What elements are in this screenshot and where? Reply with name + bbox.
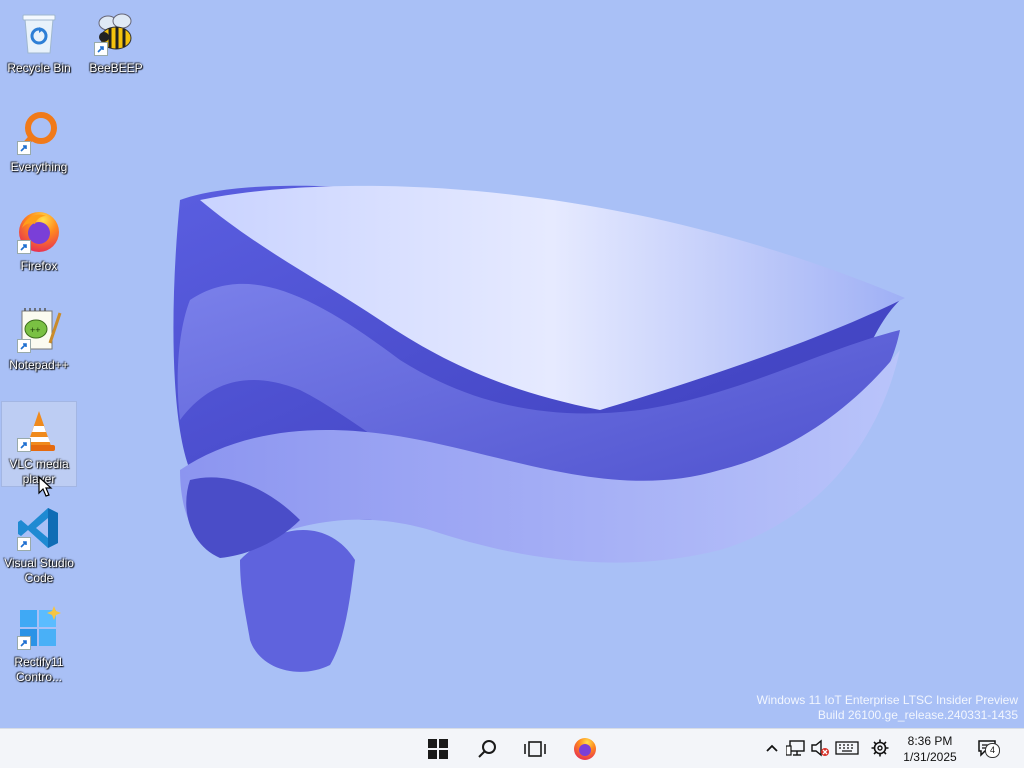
settings-button[interactable] xyxy=(869,737,891,759)
task-view-icon xyxy=(524,741,546,757)
desktop-icon-vlc[interactable]: VLC media player xyxy=(1,401,77,487)
beebeep-icon xyxy=(91,8,141,58)
input-method-button[interactable] xyxy=(835,737,859,759)
watermark-build: Build 26100.ge_release.240331-1435 xyxy=(817,708,1018,722)
desktop-icon-firefox[interactable]: Firefox xyxy=(1,200,77,294)
wallpaper-bloom xyxy=(173,185,905,672)
shortcut-arrow-icon xyxy=(17,240,31,254)
notification-count-badge: 4 xyxy=(985,743,1000,758)
shortcut-arrow-icon xyxy=(94,42,108,56)
shortcut-arrow-icon xyxy=(17,537,31,551)
start-windows-icon xyxy=(428,739,448,759)
task-view-button[interactable] xyxy=(515,729,555,769)
desktop-icon-vscode[interactable]: Visual Studio Code xyxy=(1,497,77,591)
notification-center-button[interactable]: 4 xyxy=(976,737,1000,759)
desktop-icon-notepad-plus-plus[interactable]: ++ Notepad++ xyxy=(1,299,77,393)
desktop-icon-rectify11[interactable]: Rectify11 Contro... xyxy=(1,596,77,690)
show-hidden-icons-button[interactable] xyxy=(761,737,783,759)
desktop-icon-everything[interactable]: Everything xyxy=(1,101,77,195)
network-status-button[interactable] xyxy=(785,737,807,759)
svg-text:++: ++ xyxy=(30,325,41,335)
start-button[interactable] xyxy=(418,729,458,769)
desktop-icon-label: Rectify11 Contro... xyxy=(14,655,64,684)
vlc-cone-icon xyxy=(14,408,64,454)
firefox-icon xyxy=(14,206,64,256)
desktop[interactable]: Recycle Bin BeeBEEP Everything Firefox +… xyxy=(0,0,1024,728)
volume-muted-icon xyxy=(811,739,829,757)
chevron-up-icon xyxy=(766,744,778,752)
desktop-icon-label: Firefox xyxy=(20,259,58,273)
taskbar-firefox-button[interactable] xyxy=(565,729,605,769)
shortcut-arrow-icon xyxy=(17,636,31,650)
keyboard-icon xyxy=(835,741,859,755)
shortcut-arrow-icon xyxy=(17,141,31,155)
notepad-plus-plus-icon: ++ xyxy=(14,305,64,355)
taskbar-clock[interactable]: 8:36 PM 1/31/2025 xyxy=(890,733,970,765)
desktop-icon-beebeep[interactable]: BeeBEEP xyxy=(78,2,154,96)
desktop-icon-label: Recycle Bin xyxy=(7,61,71,75)
desktop-icon-label: Everything xyxy=(10,160,68,174)
shortcut-arrow-icon xyxy=(17,339,31,353)
watermark-edition: Windows 11 IoT Enterprise LTSC Insider P… xyxy=(756,693,1018,707)
recycle-bin-icon xyxy=(14,8,64,58)
volume-button[interactable] xyxy=(809,737,831,759)
mouse-cursor-icon xyxy=(38,476,53,497)
settings-gear-icon xyxy=(871,739,889,757)
windows-build-watermark: Windows 11 IoT Enterprise LTSC Insider P… xyxy=(757,693,1018,723)
rectify11-icon xyxy=(14,602,64,652)
desktop-icon-label: Visual Studio Code xyxy=(4,556,74,585)
desktop-icon-recycle-bin[interactable]: Recycle Bin xyxy=(1,2,77,96)
vscode-icon xyxy=(14,503,64,553)
search-icon xyxy=(478,740,496,758)
everything-search-icon xyxy=(14,107,64,157)
desktop-icon-label: BeeBEEP xyxy=(89,61,143,75)
network-icon xyxy=(786,740,805,756)
shortcut-arrow-icon xyxy=(17,438,31,452)
clock-time: 8:36 PM xyxy=(907,734,953,748)
clock-date: 1/31/2025 xyxy=(903,750,957,764)
taskbar: 8:36 PM 1/31/2025 4 xyxy=(0,728,1024,768)
search-button[interactable] xyxy=(467,729,507,769)
firefox-icon xyxy=(574,738,596,760)
desktop-icon-label: Notepad++ xyxy=(9,358,69,372)
